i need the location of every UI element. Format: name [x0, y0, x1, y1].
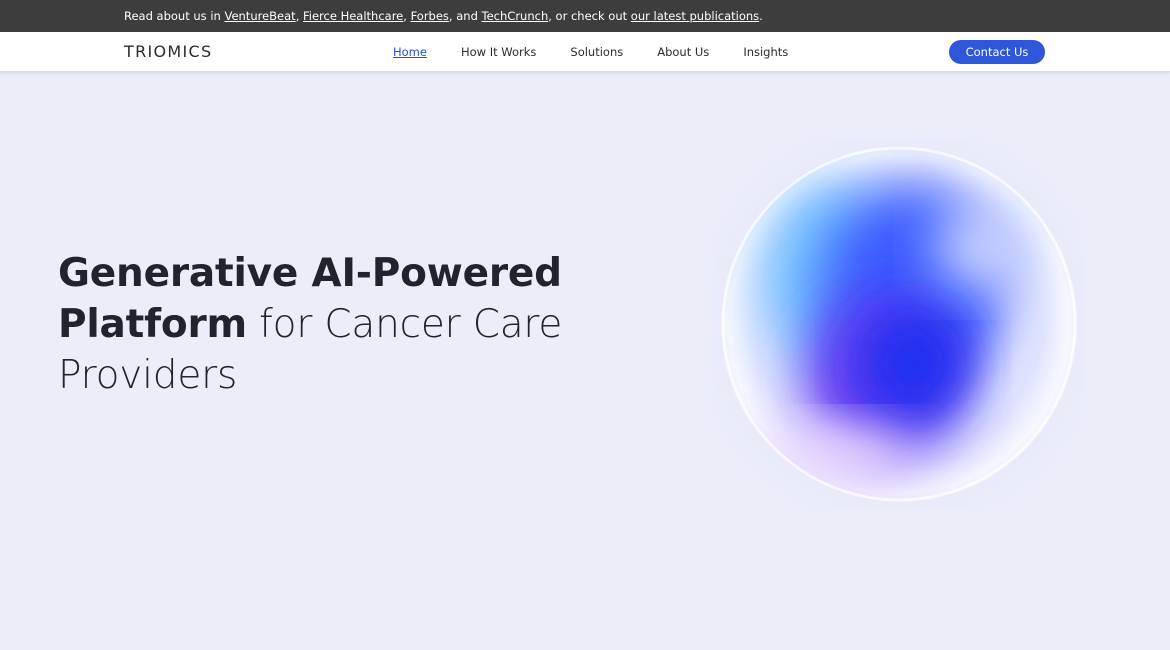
contact-us-button[interactable]: Contact Us: [949, 40, 1045, 64]
nav-item-about-us[interactable]: About Us: [657, 45, 709, 59]
headline-platform: Platform: [58, 302, 247, 347]
nav-item-home[interactable]: Home: [393, 45, 427, 59]
announcement-sep: ,: [403, 9, 411, 23]
main-navigation: TRIOMICS Home How It Works Solutions Abo…: [0, 32, 1170, 72]
announcement-prefix: Read about us in: [124, 9, 225, 23]
forbes-link[interactable]: Forbes: [411, 9, 449, 23]
headline-line-2-rest: for Cancer Care: [246, 302, 563, 347]
headline-line-3: Providers: [58, 353, 238, 398]
announcement-suffix: .: [759, 9, 763, 23]
nav-item-solutions[interactable]: Solutions: [570, 45, 623, 59]
nav-item-how-it-works[interactable]: How It Works: [461, 45, 536, 59]
hero-section: Generative AI-Powered Platform for Cance…: [0, 72, 1170, 650]
techcrunch-link[interactable]: TechCrunch: [482, 9, 549, 23]
gradient-orb-icon: [714, 139, 1084, 509]
headline-line-1: Generative AI-Powered: [58, 251, 562, 296]
hero-headline: Generative AI-Powered Platform for Cance…: [58, 248, 562, 401]
fierce-healthcare-link[interactable]: Fierce Healthcare: [303, 9, 403, 23]
nav-links: Home How It Works Solutions About Us Ins…: [393, 32, 822, 72]
announcement-bar: Read about us in VentureBeat, Fierce Hea…: [0, 0, 1170, 32]
announcement-sep: ,: [295, 9, 303, 23]
publications-link[interactable]: our latest publications: [631, 9, 759, 23]
venturebeat-link[interactable]: VentureBeat: [224, 9, 295, 23]
announcement-middle: , or check out: [548, 9, 631, 23]
announcement-sep: , and: [448, 9, 482, 23]
triomics-logo[interactable]: TRIOMICS: [124, 42, 212, 61]
nav-item-insights[interactable]: Insights: [743, 45, 788, 59]
